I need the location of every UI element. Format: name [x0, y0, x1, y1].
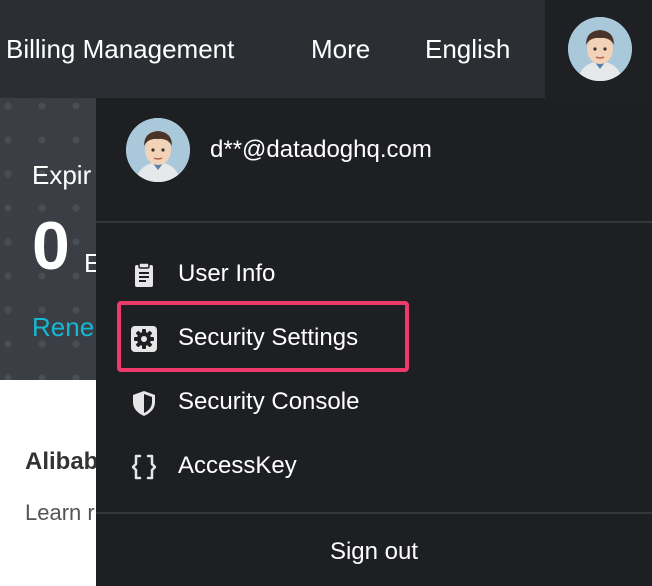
section-title: Alibab [25, 448, 99, 475]
renew-link[interactable]: Rene [32, 312, 94, 343]
avatar-icon [126, 118, 190, 182]
learn-more-text[interactable]: Learn r [25, 500, 95, 526]
top-nav-bar: Billing Management More English [0, 0, 652, 98]
dashboard-info-card: Alibab Learn r [0, 380, 99, 586]
nav-language[interactable]: English [425, 0, 510, 98]
clipboard-icon [130, 261, 158, 289]
menu-item-security-console[interactable]: Security Console [116, 370, 416, 434]
nav-billing-management[interactable]: Billing Management [6, 0, 234, 98]
expire-label: Expir [32, 160, 92, 190]
code-braces-icon [130, 453, 158, 481]
highlight-box [117, 301, 409, 372]
menu-item-label: Security Console [178, 388, 360, 415]
menu-item-accesskey[interactable]: AccessKey [116, 434, 416, 498]
nav-more[interactable]: More [311, 0, 370, 98]
avatar[interactable] [568, 17, 632, 81]
menu-item-user-info[interactable]: User Info [116, 242, 416, 306]
expire-count: 0 [32, 208, 70, 284]
shield-icon [130, 389, 158, 417]
divider [96, 512, 652, 514]
sign-out-button[interactable]: Sign out [96, 518, 652, 586]
account-menu-trigger[interactable] [545, 0, 652, 98]
menu-item-label: AccessKey [178, 452, 297, 479]
divider [96, 221, 652, 223]
dropdown-avatar [126, 118, 190, 182]
account-email: d**@datadoghq.com [210, 136, 432, 163]
avatar-icon [568, 17, 632, 81]
dashboard-expiry-card: Expir 0 E Rene [0, 98, 101, 380]
menu-item-label: User Info [178, 260, 276, 287]
